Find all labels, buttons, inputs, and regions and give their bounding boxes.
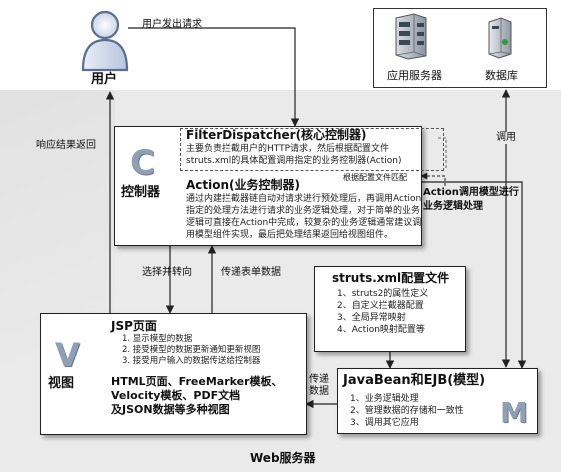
jsp-item-1: 1. 显示模型的数据 <box>122 334 193 344</box>
action-desc-line-2: 指定的处理方法进行请求的业务逻辑处理，对于简单的业务 <box>186 206 421 216</box>
jsp-item-2: 2. 接受模型的数据更新通知更新视图 <box>122 345 261 355</box>
request-arrow <box>128 27 300 127</box>
view-name: 视图 <box>48 376 75 391</box>
config-match-arrow <box>420 172 446 186</box>
user-request-label: 用户发出请求 <box>142 19 202 30</box>
config-match-label: 根据配置文件匹配 <box>343 173 407 182</box>
select-forward-label: 选择并转向 <box>142 267 192 278</box>
struts-config-items: 1、struts2的属性定义 2、自定义拦截器配置 3、全局异常映射 4、Act… <box>337 288 428 336</box>
action-invoke-model-text: Action调用模型进行业务逻辑处理 <box>423 187 519 212</box>
action-desc-line-3: 逻辑可直接在Action中完成，较复杂的业务逻辑通常建议调 <box>186 218 422 228</box>
model-item-3: 3、调用其它应用 <box>350 418 419 428</box>
model-item-2: 2、管理数据的存储和一致性 <box>350 406 464 416</box>
pass-data-text: 传递数据 <box>309 374 329 397</box>
response-return-label: 响应结果返回 <box>36 140 96 151</box>
web-server-label: Web服务器 <box>250 451 316 465</box>
model-title: JavaBean和EJB(模型) <box>343 373 486 388</box>
controller-name: 控制器 <box>121 185 161 200</box>
action-desc-line-1: 通过内建拦截器链自动对请求进行预处理后，再调用Action <box>186 194 422 204</box>
other-views-line-1: HTML页面、FreeMarker模板、 <box>111 375 283 388</box>
controller-letter: C <box>130 143 155 183</box>
filter-dispatcher-title: FilterDispatcher(核心控制器) <box>186 128 367 142</box>
invoke-label: 调用 <box>496 132 516 144</box>
pass-data-label: 传递数据 <box>309 374 335 398</box>
other-views-line-2: Velocity模板、PDF文档 <box>111 389 241 402</box>
config-item-4: 4、Action映射配置等 <box>337 325 425 335</box>
view-letter: V <box>55 336 80 374</box>
pass-form-label: 传递表单数据 <box>221 267 281 278</box>
other-views: HTML页面、FreeMarker模板、 Velocity模板、PDF文档 及J… <box>111 375 283 417</box>
action-desc-line-4: 用模型组件实现，最后把处理结果返回给视图组件。 <box>186 230 394 240</box>
action-invoke-model-label: Action调用模型进行业务逻辑处理 <box>423 186 519 214</box>
filter-desc-line-1: 主要负责拦截用户的HTTP请求，然后根据配置文件 <box>186 144 390 154</box>
config-item-3: 3、全局异常映射 <box>337 313 406 323</box>
config-item-1: 1、struts2的属性定义 <box>337 289 429 299</box>
jsp-title: JSP页面 <box>111 319 157 333</box>
config-item-2: 2、自定义拦截器配置 <box>337 301 424 311</box>
model-item-1: 1、业务逻辑处理 <box>350 394 419 404</box>
jsp-item-3: 3. 接受用户输入的数据传送给控制器 <box>122 356 261 366</box>
action-title: Action(业务控制器) <box>186 178 301 192</box>
filter-dispatcher-desc: 主要负责拦截用户的HTTP请求，然后根据配置文件 struts.xml的具体配置… <box>186 143 402 167</box>
action-desc: 通过内建拦截器链自动对请求进行预处理后，再调用Action 指定的处理方法进行请… <box>186 193 421 241</box>
struts-config-title: struts.xml配置文件 <box>332 271 450 285</box>
model-items: 1、业务逻辑处理 2、管理数据的存储和一致性 3、调用其它应用 <box>350 393 464 429</box>
other-views-line-3: 及JSON数据等多种视图 <box>111 403 230 416</box>
filter-desc-line-2: struts.xml的具体配置调用指定的业务控制器(Action) <box>186 156 402 166</box>
model-letter: M <box>500 396 528 429</box>
jsp-items: 1. 显示模型的数据 2. 接受模型的数据更新通知更新视图 3. 接受用户输入的… <box>122 334 260 367</box>
